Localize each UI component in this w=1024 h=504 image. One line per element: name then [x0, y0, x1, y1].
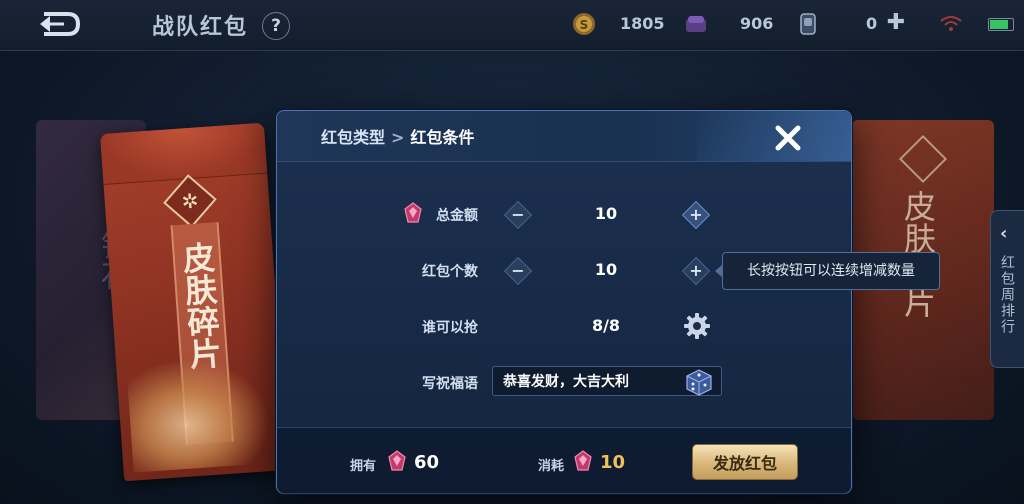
recharge-plus-button[interactable]: ✚	[884, 12, 908, 36]
crumb-red-packet-type[interactable]: 红包类型	[321, 128, 385, 147]
cost-gem-icon	[574, 450, 592, 471]
voucher-counter: 0	[796, 12, 878, 36]
wifi-icon	[940, 16, 962, 31]
wish-label: 写祝福语	[422, 376, 478, 392]
own-value: 60	[414, 452, 440, 473]
chevron-left-icon: ‹	[1000, 223, 1008, 244]
who-can-grab-label: 谁可以抢	[422, 320, 478, 336]
dialog-header: 红包类型 > 红包条件	[277, 111, 851, 162]
packet-count-value: 10	[594, 260, 618, 279]
voucher-card-icon	[800, 13, 816, 35]
envelope-badge-icon: ✲	[163, 174, 217, 228]
skin-fragment-envelope[interactable]: ✲ 皮肤碎片	[100, 122, 288, 482]
gold-counter: S 1805	[572, 12, 665, 36]
dice-icon[interactable]	[681, 367, 715, 397]
battery-icon	[988, 18, 1014, 31]
gear-icon[interactable]	[683, 312, 711, 340]
fox-artwork	[126, 353, 274, 473]
cost-value: 10	[600, 452, 626, 473]
breadcrumb: 红包类型 > 红包条件	[321, 124, 474, 148]
page-title: 战队红包	[152, 15, 249, 40]
right-envelope-badge-icon	[898, 134, 948, 184]
gold-coin-icon: S	[573, 13, 595, 35]
voucher-value: 0	[866, 14, 878, 33]
who-can-grab-value: 8/8	[591, 316, 621, 335]
top-bar: 战队红包 ? S 1805 906 0 ✚	[0, 0, 1024, 51]
close-icon[interactable]	[773, 123, 803, 153]
svg-text:S: S	[580, 18, 589, 32]
gold-value: 1805	[620, 14, 665, 33]
red-packet-dialog: 红包类型 > 红包条件	[276, 110, 852, 494]
skin-envelope-text: 皮肤碎片	[176, 240, 224, 371]
packet-count-label: 红包个数	[422, 264, 478, 280]
own-label: 拥有	[350, 459, 377, 474]
crumb-red-packet-conditions: 红包条件	[410, 128, 475, 147]
long-press-tooltip: 长按按钮可以连续增减数量	[715, 252, 940, 290]
crumb-separator: >	[391, 128, 405, 147]
own-gem-icon	[388, 450, 406, 471]
gem-chest-icon	[686, 16, 706, 32]
gem-value: 906	[740, 14, 774, 33]
weekly-rank-tab[interactable]: ‹ 红包周排行	[990, 210, 1024, 368]
gem-counter: 906	[684, 12, 774, 36]
envelope-flap	[100, 122, 268, 186]
weekly-rank-label: 红包周排行	[999, 255, 1015, 335]
help-button[interactable]: ?	[262, 12, 290, 40]
total-amount-label: 总金额	[436, 208, 478, 224]
total-amount-value: 10	[594, 204, 618, 223]
send-red-packet-button[interactable]: 发放红包	[692, 444, 798, 480]
cost-label: 消耗	[538, 459, 565, 474]
back-arrow-icon[interactable]	[34, 10, 84, 38]
